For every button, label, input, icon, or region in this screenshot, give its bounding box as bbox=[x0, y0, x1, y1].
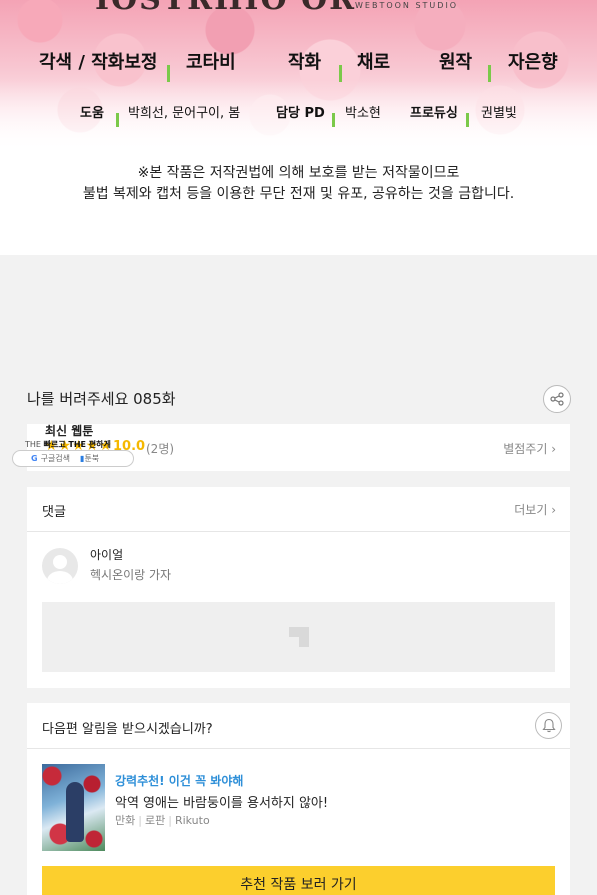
credit-pd-value: 박소현 bbox=[345, 105, 381, 121]
next-episode-header: 다음편 알림을 받으시겠습니까? bbox=[27, 703, 570, 749]
comment-author: 아이얼 bbox=[90, 548, 124, 562]
google-icon: G bbox=[31, 454, 38, 463]
credit-original-value: 자은향 bbox=[508, 52, 558, 73]
rate-button[interactable]: 별점주기 › bbox=[503, 440, 556, 457]
recommended-comic-thumbnail[interactable] bbox=[42, 764, 105, 851]
next-episode-card: 다음편 알림을 받으시겠습니까? 강력추천! 이건 꼭 봐야해 악역 영애는 바… bbox=[27, 703, 570, 895]
comments-title: 댓글 bbox=[42, 505, 66, 520]
studio-subtitle: WEBTOON STUDIO bbox=[355, 1, 459, 10]
share-button[interactable] bbox=[543, 385, 571, 413]
comments-header: 댓글 더보기 › bbox=[27, 487, 570, 532]
recommendation-label: 강력추천! 이건 꼭 봐야해 bbox=[115, 774, 244, 788]
rating-voters: (2명) bbox=[146, 442, 175, 456]
credit-art-value: 채로 bbox=[357, 52, 391, 73]
credits-banner: IOSTRHIO OR WEBTOON STUDIO 각색 / 작화보정 코타비… bbox=[0, 0, 597, 255]
credit-assist-value: 박희선, 문어구이, 봄 bbox=[128, 105, 241, 121]
avatar bbox=[42, 548, 78, 584]
widget-search-pill[interactable]: G 구글검색 ▮ 툰북 bbox=[12, 450, 134, 467]
comments-card: 댓글 더보기 › 아이얼 헥시온이랑 가자 bbox=[27, 487, 570, 688]
toonbook-label: 툰북 bbox=[84, 454, 100, 463]
credit-producing-label: 프로듀싱 bbox=[410, 105, 458, 121]
latest-webtoon-widget[interactable]: 최신 웹툰 THE 빠르고 THE 편하게 G 구글검색 ▮ 툰북 bbox=[12, 420, 134, 468]
comment-image[interactable] bbox=[42, 602, 555, 672]
widget-subtitle: THE 빠르고 THE 편하게 bbox=[25, 440, 111, 449]
credit-producing-value: 권별빛 bbox=[481, 105, 517, 121]
image-placeholder-icon bbox=[288, 627, 309, 647]
credit-adaptation-label: 각색 / 작화보정 bbox=[39, 52, 158, 73]
google-search-label: 구글검색 bbox=[40, 454, 71, 463]
credit-original-label: 원작 bbox=[439, 52, 473, 73]
credit-assist-label: 도움 bbox=[80, 105, 104, 121]
share-icon bbox=[550, 392, 564, 406]
next-episode-question: 다음편 알림을 받으시겠습니까? bbox=[42, 722, 213, 737]
comment-text: 헥시온이랑 가자 bbox=[90, 568, 172, 582]
notification-bell-button[interactable] bbox=[535, 712, 562, 739]
view-recommendation-button[interactable]: 추천 작품 보러 가기 bbox=[42, 866, 555, 895]
bell-icon bbox=[541, 718, 556, 733]
studio-logo: IOSTRHIO OR bbox=[95, 0, 356, 17]
episode-title: 나를 버려주세요 085화 bbox=[27, 390, 176, 408]
copyright-notice: ※본 작품은 저작권법에 의해 보호를 받는 저작물이므로 불법 복제와 캡처 … bbox=[82, 165, 515, 202]
recommended-comic-title[interactable]: 악역 영애는 바람둥이를 용서하지 않아! bbox=[115, 792, 328, 811]
credit-adaptation-value: 코타비 bbox=[186, 52, 236, 73]
recommended-comic-meta: 만화 | 로판 | Rikuto bbox=[115, 814, 210, 827]
credit-pd-label: 담당 PD bbox=[276, 105, 325, 121]
widget-title: 최신 웹툰 bbox=[45, 424, 94, 438]
credit-art-label: 작화 bbox=[288, 52, 322, 73]
comments-more-link[interactable]: 더보기 › bbox=[514, 501, 556, 518]
